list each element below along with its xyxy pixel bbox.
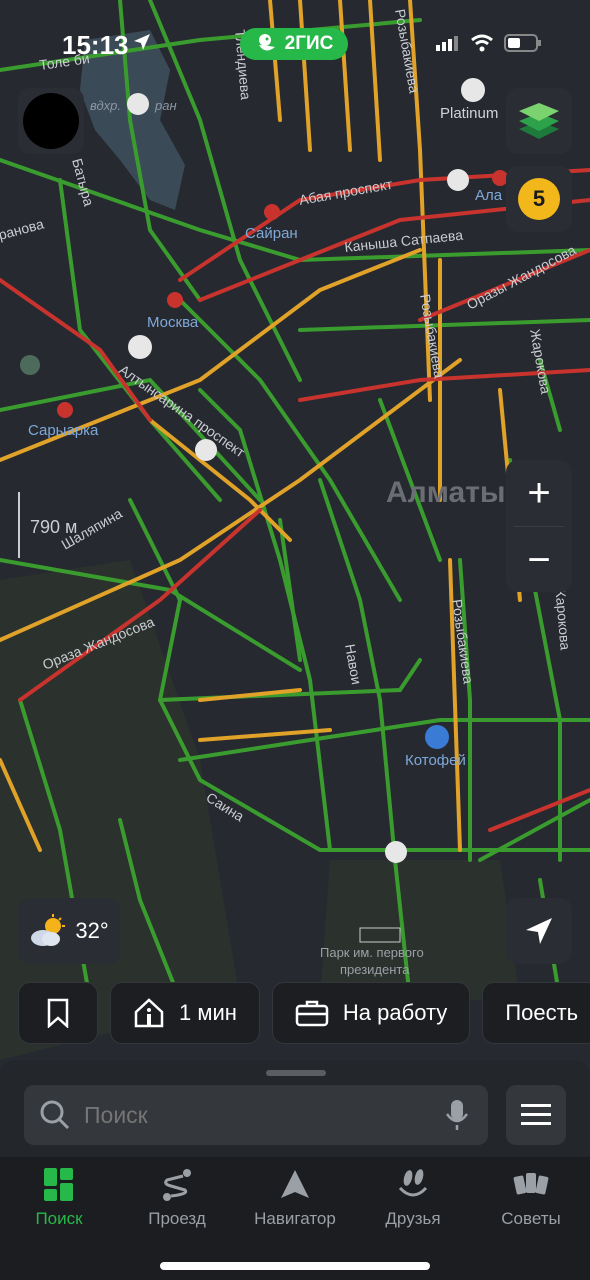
svg-text:ран: ран — [154, 98, 177, 113]
tab-navigator[interactable]: Навигатор — [236, 1165, 354, 1229]
duck-icon — [258, 34, 275, 51]
home-indicator — [160, 1262, 430, 1270]
tab-tips[interactable]: Советы — [472, 1165, 590, 1229]
navigator-icon — [281, 1170, 309, 1198]
work-chip[interactable]: На работу — [271, 982, 471, 1044]
layers-button[interactable] — [506, 88, 572, 154]
svg-text:Сарыарка: Сарыарка — [28, 422, 99, 439]
city-label: Алматы — [386, 476, 506, 509]
svg-text:Сайран: Сайран — [245, 225, 298, 242]
wifi-icon — [471, 34, 493, 52]
poi-kotofei[interactable]: Котофей — [405, 752, 466, 769]
partly-cloudy-icon — [31, 914, 66, 946]
avatar — [23, 93, 79, 149]
home-chip[interactable]: 1 мин — [110, 982, 260, 1044]
work-chip-label: На работу — [342, 1000, 448, 1025]
zoom-in-button[interactable]: + — [506, 460, 572, 526]
microphone-icon[interactable] — [444, 1098, 470, 1132]
svg-text:Парк им. первого: Парк им. первого — [320, 945, 424, 960]
hamburger-menu-icon — [521, 1104, 551, 1125]
briefcase-icon — [295, 1000, 329, 1027]
my-location-button[interactable] — [506, 898, 572, 964]
search-input[interactable] — [82, 1100, 444, 1130]
tab-navigator-label: Навигатор — [254, 1209, 336, 1228]
tab-search[interactable]: Поиск — [0, 1165, 118, 1229]
brand-label: 2ГИС — [284, 33, 334, 54]
menu-button[interactable] — [506, 1085, 566, 1145]
traffic-score-button[interactable]: 5 — [506, 166, 572, 232]
tab-route[interactable]: Проезд — [118, 1165, 236, 1229]
profile-button[interactable] — [18, 88, 84, 154]
search-bar[interactable] — [24, 1085, 488, 1145]
traffic-score-badge: 5 — [518, 178, 560, 220]
tab-friends[interactable]: Друзья — [354, 1165, 472, 1229]
route-icon — [163, 1169, 191, 1201]
poi-platinum[interactable]: Platinum — [440, 105, 498, 122]
weather-temperature: 32° — [75, 918, 109, 943]
location-arrow-icon — [132, 32, 152, 57]
grid-icon — [44, 1168, 73, 1201]
cellular-signal-icon — [436, 36, 458, 51]
svg-text:вдхр.: вдхр. — [90, 98, 121, 113]
friends-icon — [398, 1169, 428, 1197]
svg-text:президента: президента — [340, 962, 410, 977]
svg-text:Ала: Ала — [475, 187, 503, 204]
search-icon — [40, 1100, 70, 1130]
sheet-handle[interactable] — [266, 1070, 326, 1076]
layers-icon — [519, 103, 559, 139]
home-chip-label: 1 мин — [179, 1000, 237, 1025]
tab-tips-label: Советы — [501, 1209, 561, 1228]
weather-widget[interactable]: 32° — [18, 898, 120, 964]
svg-text:Москва: Москва — [147, 314, 199, 331]
zoom-control: + − — [506, 460, 572, 592]
eat-chip-label: Поесть — [505, 1000, 579, 1025]
tab-friends-label: Друзья — [385, 1209, 441, 1228]
home-icon — [134, 998, 164, 1028]
bookmarks-chip[interactable] — [18, 982, 98, 1044]
tab-search-label: Поиск — [35, 1209, 83, 1228]
status-time: 15:13 — [62, 30, 129, 60]
quick-actions: 1 мин На работу Поесть — [18, 982, 590, 1044]
brand-pill: 2ГИС — [240, 28, 348, 60]
status-bar: 15:13 2ГИС — [0, 0, 590, 80]
navigation-arrow-icon — [526, 918, 552, 944]
tab-bar: Поиск Проезд Навигатор Друзья Советы — [0, 1157, 590, 1280]
cards-icon — [513, 1173, 549, 1195]
tab-route-label: Проезд — [148, 1209, 206, 1228]
scale-label: 790 м — [30, 517, 77, 537]
battery-icon — [504, 34, 541, 52]
eat-chip[interactable]: Поесть — [482, 982, 590, 1044]
bookmark-icon — [47, 998, 69, 1028]
zoom-out-button[interactable]: − — [506, 527, 572, 593]
